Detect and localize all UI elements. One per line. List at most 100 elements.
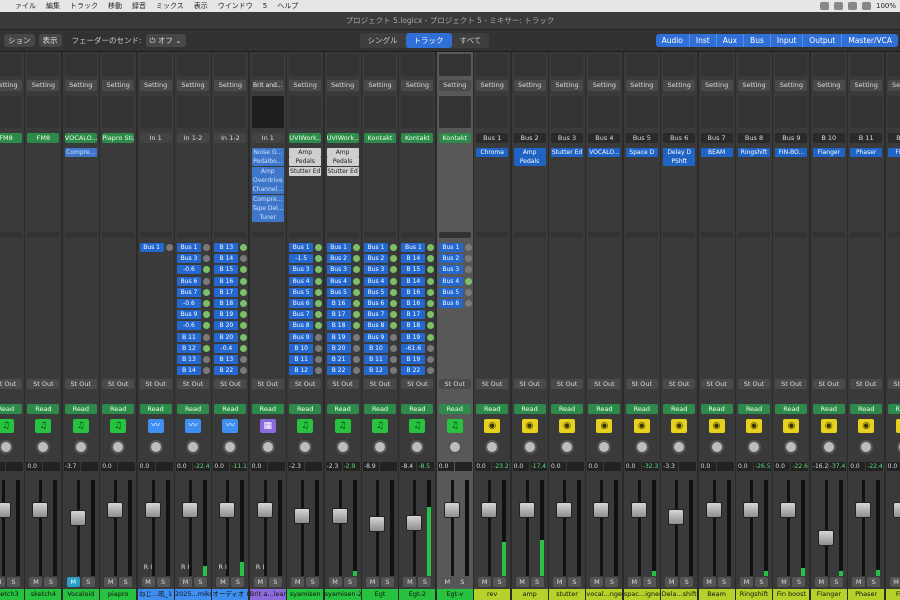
send-slot[interactable]: -0.6 — [177, 265, 201, 275]
mute-button[interactable]: M — [665, 577, 679, 587]
send-level-knob[interactable] — [390, 300, 397, 307]
setting-button[interactable]: Setting — [214, 80, 247, 91]
send-slot[interactable]: B 13 — [214, 355, 239, 364]
solo-button[interactable]: S — [306, 577, 320, 587]
menu-item-7[interactable]: ウインドウ — [213, 1, 258, 11]
input-slot[interactable]: Piapro Stu — [102, 133, 135, 143]
solo-button[interactable]: S — [231, 577, 245, 587]
mute-button[interactable]: M — [179, 577, 192, 587]
pan-knob[interactable] — [148, 440, 163, 454]
solo-button[interactable]: S — [680, 577, 694, 587]
setting-button[interactable]: Setting — [700, 80, 733, 91]
setting-button[interactable]: Setting — [102, 80, 135, 91]
track-name-label[interactable]: syamisen — [287, 589, 324, 600]
send-level-knob[interactable] — [240, 311, 248, 319]
pan-knob[interactable] — [186, 440, 200, 454]
solo-button[interactable]: S — [44, 577, 58, 587]
input-slot[interactable]: Bus 8 — [738, 133, 770, 143]
send-slot[interactable]: -0.4 — [214, 343, 239, 353]
output-slot[interactable]: St Out — [289, 379, 322, 389]
mute-button[interactable]: M — [141, 577, 155, 587]
send-level-knob[interactable] — [352, 300, 360, 307]
send-level-knob[interactable] — [352, 288, 360, 296]
send-slot[interactable]: -1.5 — [289, 254, 314, 264]
solo-button[interactable]: S — [156, 577, 170, 587]
mute-button[interactable]: M — [515, 577, 529, 587]
tab-1[interactable]: トラック — [405, 33, 452, 48]
mute-button[interactable]: M — [328, 577, 342, 587]
mute-button[interactable]: M — [478, 577, 492, 587]
mute-button[interactable]: M — [29, 577, 43, 587]
track-name-label[interactable]: amp — [511, 589, 548, 600]
volume-fader[interactable] — [219, 502, 236, 519]
send-level-knob[interactable] — [240, 255, 248, 263]
volume-fader[interactable] — [518, 502, 535, 519]
send-slot[interactable]: B 18 — [326, 321, 351, 331]
send-slot[interactable]: B 17 — [326, 310, 351, 320]
output-slot[interactable]: St Out — [663, 379, 696, 389]
send-level-knob[interactable] — [315, 344, 323, 352]
eq-slot[interactable] — [625, 96, 658, 128]
send-slot[interactable]: B 18 — [214, 299, 239, 308]
send-level-knob[interactable] — [203, 288, 210, 296]
solo-button[interactable]: S — [343, 577, 357, 587]
solo-button[interactable]: S — [194, 577, 207, 587]
send-level-knob[interactable] — [240, 277, 248, 285]
display-icon[interactable] — [847, 2, 857, 10]
setting-button[interactable]: Setting — [513, 80, 546, 91]
setting-button[interactable]: Setting — [326, 80, 359, 91]
volume-fader[interactable] — [182, 502, 198, 519]
volume-fader[interactable] — [107, 502, 124, 519]
solo-button[interactable]: S — [81, 577, 95, 587]
volume-fader[interactable] — [443, 502, 460, 519]
output-slot[interactable]: St Out — [64, 379, 97, 389]
solo-button[interactable]: S — [530, 577, 544, 587]
empty-slot[interactable] — [64, 54, 97, 76]
pan-knob[interactable] — [672, 440, 687, 454]
view-menu-button[interactable]: 表示 — [38, 34, 62, 47]
eq-slot[interactable] — [364, 96, 396, 128]
track-name-label[interactable]: sketch3 — [0, 589, 24, 600]
empty-slot[interactable] — [102, 54, 135, 76]
automation-mode-button[interactable]: Read — [64, 404, 97, 414]
plugin-slot[interactable]: Compre... — [251, 194, 284, 204]
input-slot[interactable]: Bus 3 — [551, 133, 583, 143]
track-name-label[interactable]: Beam — [698, 589, 735, 600]
mute-button[interactable]: M — [403, 577, 417, 587]
automation-mode-button[interactable]: Read — [663, 404, 696, 414]
mute-button[interactable]: M — [366, 577, 379, 587]
send-slot[interactable]: Bus 7 — [177, 287, 201, 297]
mute-button[interactable]: M — [814, 577, 828, 587]
eq-slot[interactable] — [214, 96, 247, 128]
automation-mode-button[interactable]: Read — [738, 404, 770, 414]
volume-fader[interactable] — [556, 502, 572, 519]
send-slot[interactable]: Bus 1 — [177, 243, 201, 252]
pan-knob[interactable] — [634, 440, 649, 454]
automation-mode-button[interactable]: Read — [625, 404, 658, 414]
send-level-knob[interactable] — [315, 311, 323, 319]
send-level-knob[interactable] — [352, 311, 360, 319]
input-slot[interactable]: FM8 — [0, 133, 22, 143]
send-level-knob[interactable] — [203, 356, 210, 363]
send-level-knob[interactable] — [315, 266, 323, 274]
plugin-slot[interactable]: Stutter Ed — [289, 166, 322, 176]
send-slot[interactable]: Bus 1 — [289, 243, 314, 252]
send-slot[interactable]: Bus 9 — [177, 310, 201, 320]
setting-button[interactable]: Setting — [551, 80, 583, 91]
output-slot[interactable]: St Out — [438, 379, 471, 389]
plugin-slot[interactable]: Amp — [326, 148, 359, 157]
setting-button[interactable]: Setting — [177, 80, 209, 91]
send-level-knob[interactable] — [464, 300, 472, 307]
setting-button[interactable]: Setting — [775, 80, 808, 91]
send-slot[interactable]: Bus 1 — [139, 243, 164, 252]
send-level-knob[interactable] — [352, 344, 360, 352]
send-level-knob[interactable] — [315, 255, 323, 263]
input-slot[interactable]: Bus 1 — [476, 133, 509, 143]
track-name-label[interactable]: rev — [474, 589, 511, 600]
volume-fader[interactable] — [705, 502, 722, 519]
plugin-slot[interactable]: Pedals — [326, 157, 359, 167]
empty-slot[interactable] — [476, 54, 509, 76]
send-slot[interactable]: Bus 7 — [289, 310, 314, 320]
setting-button[interactable]: Setting — [850, 80, 883, 91]
send-level-knob[interactable] — [315, 367, 323, 375]
